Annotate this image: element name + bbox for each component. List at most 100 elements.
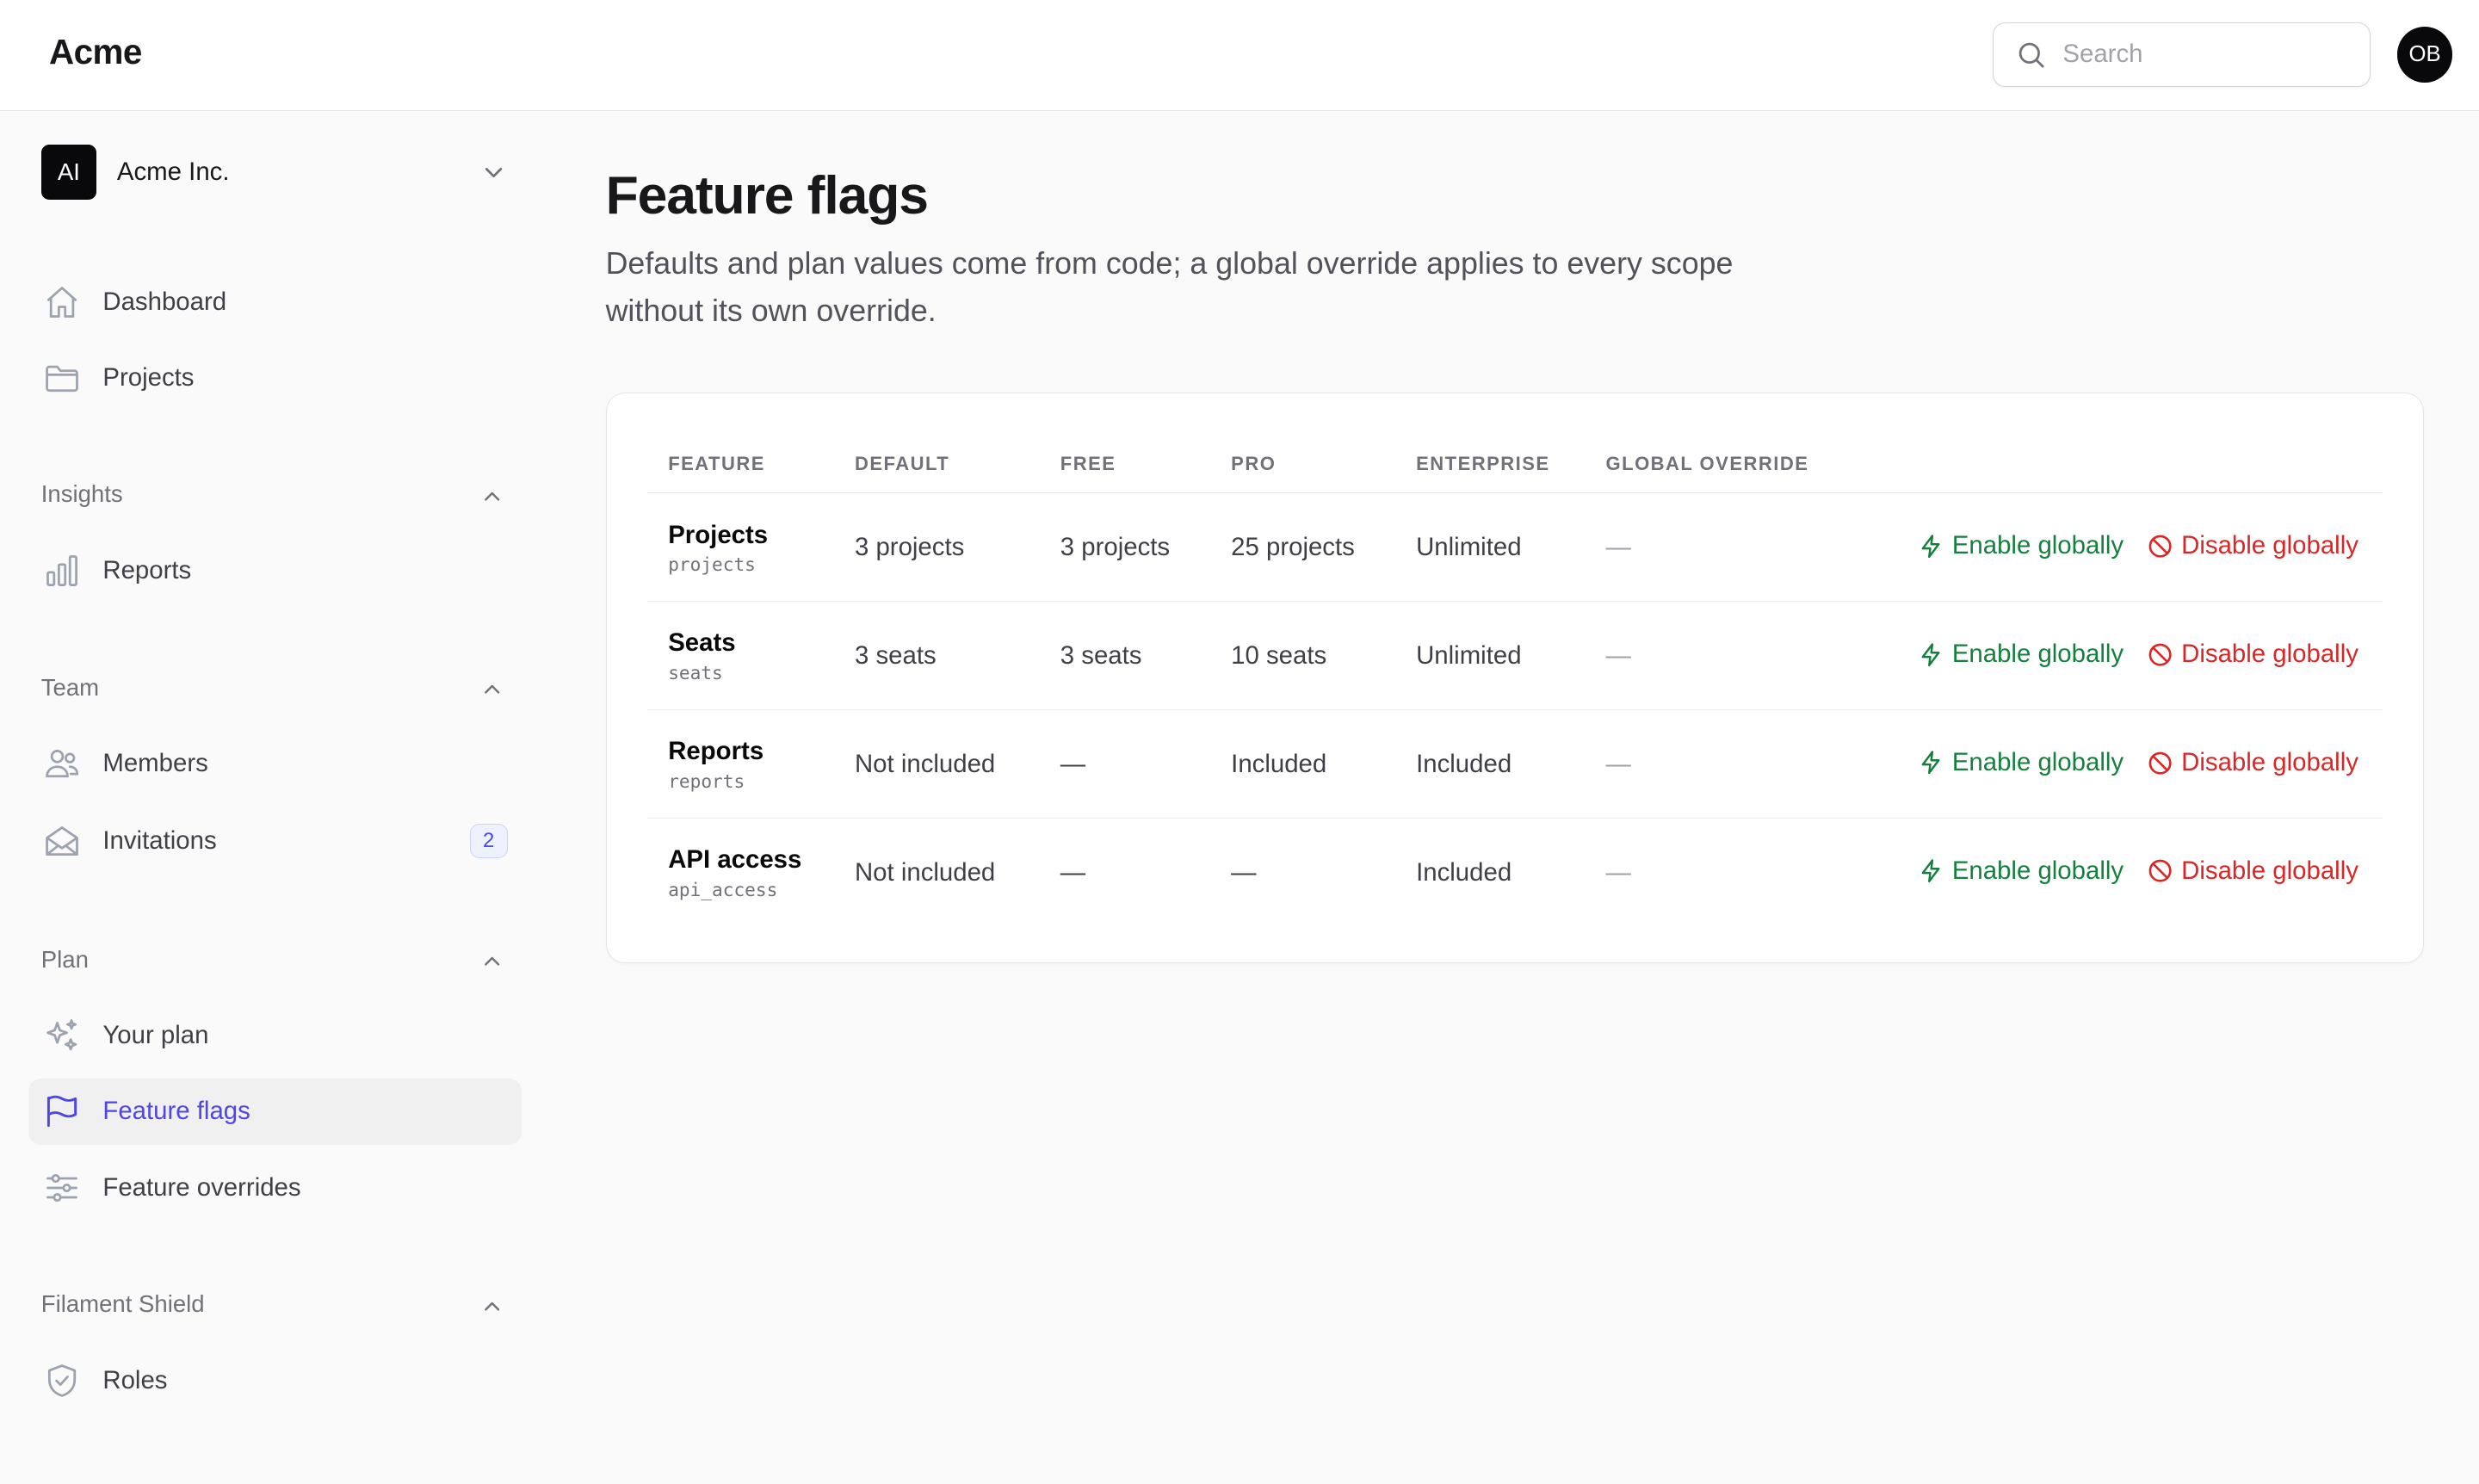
tenant-avatar: AI (40, 145, 97, 201)
no-symbol-icon (2148, 860, 2172, 883)
sidebar-item-label: Members (102, 749, 208, 778)
no-symbol-icon (2148, 643, 2172, 666)
disable-globally-button[interactable]: Disable globally (2147, 531, 2358, 560)
tenant-switcher[interactable]: AI Acme Inc. (40, 145, 516, 201)
group-label-plan: Plan (40, 945, 89, 973)
chevron-up-icon[interactable] (479, 484, 504, 509)
sidebar-item-feature-overrides[interactable]: Feature overrides (28, 1154, 522, 1221)
envelope-open-icon (43, 822, 81, 860)
table-row: API access api_access Not included — — I… (647, 819, 2382, 926)
disable-globally-label: Disable globally (2181, 531, 2358, 560)
enable-globally-label: Enable globally (1951, 531, 2124, 560)
group-label-team: Team (40, 673, 100, 701)
chevron-up-icon[interactable] (479, 1294, 504, 1319)
enable-globally-button[interactable]: Enable globally (1919, 856, 2124, 886)
user-avatar[interactable]: OB (2396, 27, 2453, 83)
enable-globally-button[interactable]: Enable globally (1919, 640, 2124, 669)
global-override-value: — (1605, 533, 1631, 562)
chevron-up-icon[interactable] (479, 949, 504, 974)
free-value: 3 seats (1060, 641, 1142, 671)
bolt-icon (1921, 642, 1940, 666)
bolt-icon (1921, 751, 1940, 775)
feature-name: Seats (668, 628, 736, 658)
flag-icon (43, 1092, 81, 1130)
table-row: Reports reports Not included — Included … (647, 710, 2383, 819)
top-bar: Acme OB (0, 0, 2479, 111)
disable-globally-label: Disable globally (2181, 640, 2358, 669)
sidebar-item-projects[interactable]: Projects (28, 344, 522, 411)
pro-value: Included (1231, 750, 1327, 779)
column-header-global-override: GLOBAL OVERRIDE (1605, 453, 1809, 475)
chevron-down-icon (485, 167, 502, 177)
sparkles-icon (43, 1017, 81, 1054)
feature-key: api_access (668, 878, 778, 900)
sidebar-item-members[interactable]: Members (28, 731, 522, 797)
sidebar-item-label: Projects (102, 363, 195, 393)
enterprise-value: Unlimited (1416, 533, 1522, 562)
pro-value: 25 projects (1231, 533, 1355, 562)
free-value: — (1060, 857, 1086, 887)
global-override-value: — (1605, 750, 1631, 779)
sidebar-item-reports[interactable]: Reports (28, 538, 522, 604)
sidebar-item-label: Your plan (102, 1021, 209, 1050)
search-icon (2019, 42, 2044, 68)
table-row: Seats seats 3 seats 3 seats 10 seats Unl… (647, 602, 2383, 711)
feature-flags-table: FEATURE DEFAULT FREE PRO ENTERPRISE GLOB… (647, 434, 2383, 926)
enterprise-value: Included (1416, 750, 1512, 779)
search-input[interactable] (2059, 38, 2351, 71)
bolt-icon (1921, 859, 1940, 883)
feature-key: projects (668, 553, 756, 576)
enable-globally-button[interactable]: Enable globally (1919, 748, 2124, 777)
feature-flags-card: FEATURE DEFAULT FREE PRO ENTERPRISE GLOB… (605, 392, 2425, 963)
sidebar-item-feature-flags[interactable]: Feature flags (28, 1078, 522, 1145)
disable-globally-button[interactable]: Disable globally (2147, 640, 2358, 669)
no-symbol-icon (2148, 751, 2172, 775)
users-icon (43, 745, 81, 782)
sidebar-item-your-plan[interactable]: Your plan (28, 1003, 522, 1069)
bolt-icon (1921, 534, 1940, 558)
enable-globally-button[interactable]: Enable globally (1919, 531, 2124, 560)
shield-check-icon (43, 1362, 81, 1400)
search-box[interactable] (1992, 22, 2371, 88)
default-value: Not included (854, 750, 996, 779)
sidebar-item-invitations[interactable]: Invitations 2 (28, 808, 522, 875)
feature-key: reports (668, 770, 745, 792)
sidebar: AI Acme Inc. Dashboard Projects Insights… (0, 111, 553, 1484)
group-label-filament-shield: Filament Shield (40, 1289, 205, 1317)
page-description: Defaults and plan values come from code;… (605, 246, 1734, 329)
chevron-up-icon[interactable] (479, 677, 504, 702)
enterprise-value: Unlimited (1416, 641, 1522, 671)
enterprise-value: Included (1416, 857, 1512, 887)
brand-logo[interactable]: Acme (49, 32, 142, 72)
disable-globally-button[interactable]: Disable globally (2147, 748, 2358, 777)
column-header-default: DEFAULT (854, 453, 950, 475)
default-value: 3 projects (854, 533, 965, 562)
feature-name: Projects (668, 520, 769, 549)
group-label-insights: Insights (40, 480, 123, 508)
bar-chart-icon (43, 552, 81, 590)
sidebar-item-label: Reports (102, 556, 192, 585)
invitations-count-badge: 2 (469, 824, 508, 859)
global-override-value: — (1605, 857, 1631, 887)
disable-globally-button[interactable]: Disable globally (2147, 856, 2358, 886)
free-value: — (1060, 750, 1086, 779)
feature-key: seats (668, 661, 723, 683)
tenant-name: Acme Inc. (116, 158, 230, 187)
sidebar-item-label: Feature flags (102, 1097, 250, 1126)
column-header-free: FREE (1060, 453, 1116, 475)
global-override-value: — (1605, 641, 1631, 671)
table-header: FEATURE DEFAULT FREE PRO ENTERPRISE GLOB… (647, 434, 2383, 494)
sidebar-item-dashboard[interactable]: Dashboard (28, 269, 522, 335)
home-icon (43, 283, 81, 321)
folder-icon (43, 359, 81, 397)
feature-name: Reports (668, 737, 764, 766)
pro-value: 10 seats (1231, 641, 1327, 671)
disable-globally-label: Disable globally (2181, 856, 2358, 886)
free-value: 3 projects (1060, 533, 1171, 562)
pro-value: — (1231, 857, 1257, 887)
column-header-feature: FEATURE (668, 453, 765, 475)
sidebar-item-label: Invitations (102, 826, 217, 856)
sliders-icon (43, 1169, 81, 1207)
column-header-enterprise: ENTERPRISE (1416, 453, 1550, 475)
sidebar-item-roles[interactable]: Roles (28, 1347, 522, 1413)
